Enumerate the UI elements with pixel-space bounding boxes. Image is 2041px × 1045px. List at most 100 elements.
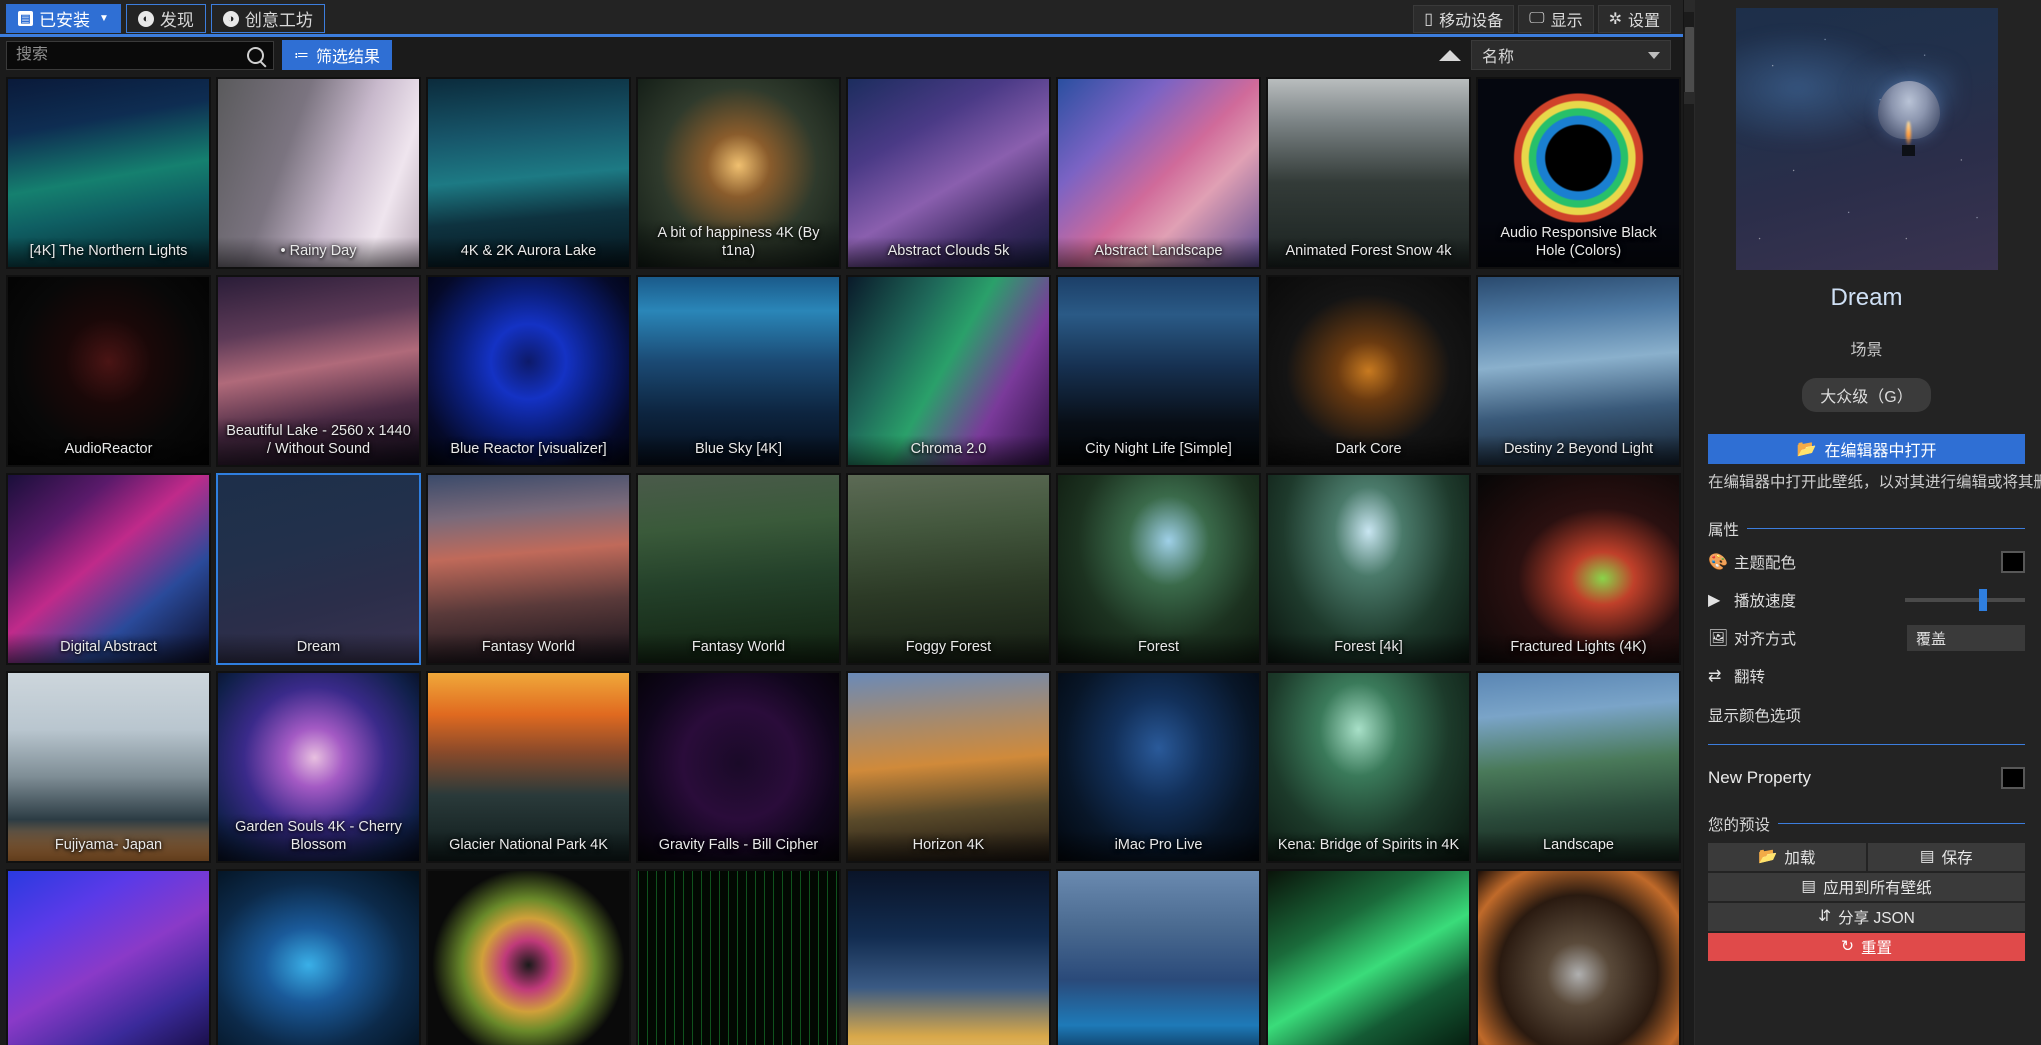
reset-button[interactable]: ↻ 重置 [1708,932,2025,961]
alignment-select[interactable]: 覆盖 [1907,625,2025,652]
thumbnail [1478,871,1679,1045]
details-scrollbar[interactable] [1684,0,1695,1045]
scrollbar-thumb[interactable] [1685,27,1694,93]
mobile-device-button[interactable]: ▯ 移动设备 [1413,4,1515,33]
save-preset-button[interactable]: ▤ 保存 [1867,842,2025,871]
top-toolbar-right: ▯ 移动设备 🖵 显示 ✲ 设置 [1413,4,1677,33]
share-json-button[interactable]: ⇵ 分享 JSON [1708,902,2025,931]
property-control[interactable]: 覆盖 [1907,625,2025,652]
wallpaper-title: Audio Responsive Black Hole (Colors) [1478,218,1679,267]
wallpaper-tile[interactable]: 4K & 2K Aurora Lake [426,77,631,269]
filter-icon: ≔ [294,47,309,64]
wallpaper-tile[interactable]: Fantasy World [636,473,841,665]
wallpaper-title: Landscape [1478,830,1679,861]
wallpaper-tile[interactable]: Kena: Bridge of Spirits in 4K [1266,671,1471,863]
property-row-playback-speed[interactable]: ▶ 播放速度 [1708,585,2025,616]
wallpaper-tile[interactable]: Landscape [1476,671,1681,863]
wallpaper-tile[interactable]: [4K] The Northern Lights [6,77,211,269]
wallpaper-tile[interactable]: Garden Souls 4K - Cherry Blossom [216,671,421,863]
presets-header-label: 您的预设 [1708,816,1771,834]
thumbnail [848,871,1049,1045]
display-button[interactable]: 🖵 显示 [1518,4,1594,33]
wallpaper-tile[interactable] [6,869,211,1045]
mobile-device-label: 移动设备 [1439,12,1504,30]
filter-results-label: 筛选结果 [316,49,381,66]
settings-button[interactable]: ✲ 设置 [1597,4,1671,33]
wallpaper-tile[interactable]: Chroma 2.0 [846,275,1051,467]
search-box[interactable] [6,40,274,70]
wallpaper-tile[interactable]: Beautiful Lake - 2560 x 1440 / Without S… [216,275,421,467]
wallpaper-tile[interactable]: Abstract Landscape [1056,77,1261,269]
filter-results-button[interactable]: ≔ 筛选结果 [282,40,393,70]
wallpaper-tile[interactable]: Dark Core [1266,275,1471,467]
property-row-scheme-color[interactable]: 🎨 主题配色 [1708,547,2025,578]
sort-select[interactable]: 名称 [1471,40,1671,70]
wallpaper-tile[interactable]: Gravity Falls - Bill Cipher [636,671,841,863]
wallpaper-title: Fantasy World [428,632,629,663]
wallpaper-preview-image[interactable] [1735,8,1998,270]
wallpaper-tile[interactable] [426,869,631,1045]
tab-installed[interactable]: ▤ 已安装 ▼ [6,4,121,33]
color-swatch[interactable] [2001,766,2025,789]
wallpaper-title: 4K & 2K Aurora Lake [428,236,629,267]
wallpaper-tile[interactable] [216,869,421,1045]
wallpaper-tile[interactable]: Blue Reactor [visualizer] [426,275,631,467]
apply-to-all-button[interactable]: ▤ 应用到所有壁纸 [1708,872,2025,901]
wallpaper-tile[interactable]: Digital Abstract [6,473,211,665]
share-icon: ⇵ [1818,908,1832,926]
wallpaper-grid-scroll[interactable]: [4K] The Northern Lights • Rainy Day 4K … [0,73,1683,1045]
wallpaper-tile[interactable]: Glacier National Park 4K [426,671,631,863]
scroll-down-arrow[interactable] [1684,92,1695,104]
wallpaper-tile[interactable]: • Rainy Day [216,77,421,269]
wallpaper-tile[interactable]: Fujiyama- Japan [6,671,211,863]
new-property-control[interactable] [2001,766,2025,789]
wallpaper-tile[interactable]: Audio Responsive Black Hole (Colors) [1476,77,1681,269]
preset-buttons: 📂 加载 ▤ 保存 ▤ 应用到所有壁纸 ⇵ 分享 JSON ↻ 重置 [1708,842,2025,961]
wallpaper-tile[interactable]: A bit of happiness 4K (By t1na) [636,77,841,269]
search-input[interactable] [16,46,247,64]
wallpaper-tile[interactable]: City Night Life [Simple] [1056,275,1261,467]
wallpaper-tile[interactable]: Abstract Clouds 5k [846,77,1051,269]
wallpaper-tile[interactable]: Blue Sky [4K] [636,275,841,467]
property-row-flip[interactable]: ⇄ 翻转 [1708,661,2025,692]
new-property-row[interactable]: New Property [1708,766,2025,789]
wallpaper-tile[interactable]: Forest [4k] [1266,473,1471,665]
show-color-options-link[interactable]: 显示颜色选项 [1708,704,2025,726]
load-preset-button[interactable]: 📂 加载 [1708,842,1866,871]
wallpaper-tile[interactable]: Fractured Lights (4K) [1476,473,1681,665]
property-row-alignment[interactable]: 🖼 对齐方式 覆盖 [1708,623,2025,654]
save-disk-icon: ▤ [1919,848,1935,866]
wallpaper-tile[interactable]: Fantasy World [426,473,631,665]
wallpaper-tile-dream[interactable]: Dream [216,473,421,665]
wallpaper-tile[interactable] [1056,869,1261,1045]
wallpaper-title: Fractured Lights (4K) [1478,632,1679,663]
slider-knob[interactable] [1979,589,1988,612]
playback-speed-slider[interactable] [1905,589,2025,612]
wallpaper-title: Abstract Landscape [1058,236,1259,267]
wallpaper-title: Beautiful Lake - 2560 x 1440 / Without S… [218,416,419,465]
wallpaper-tile[interactable]: Animated Forest Snow 4k [1266,77,1471,269]
wallpaper-tile[interactable]: Foggy Forest [846,473,1051,665]
wallpaper-tile[interactable]: Destiny 2 Beyond Light [1476,275,1681,467]
wallpaper-tile[interactable] [636,869,841,1045]
wallpaper-tile[interactable] [1476,869,1681,1045]
wallpaper-tile[interactable]: Forest [1056,473,1261,665]
property-control[interactable] [1905,589,2025,612]
list-icon: ▤ [1801,878,1817,896]
sort-ascending-arrow[interactable] [1439,49,1461,61]
wallpaper-tile[interactable]: Horizon 4K [846,671,1051,863]
wallpaper-title: Foggy Forest [848,632,1049,663]
property-control[interactable] [2001,551,2025,574]
wallpaper-title: AudioReactor [8,434,209,465]
wallpaper-tile[interactable] [846,869,1051,1045]
tab-workshop[interactable]: ◑ 创意工坊 [210,4,325,33]
apply-to-all-label: 应用到所有壁纸 [1823,879,1932,897]
tab-discover[interactable]: ◐ 发现 [125,4,206,33]
wallpaper-tile[interactable]: iMac Pro Live [1056,671,1261,863]
scroll-up-arrow[interactable] [1684,0,1695,12]
color-swatch[interactable] [2001,551,2025,574]
wallpaper-tile[interactable] [1266,869,1471,1045]
open-in-editor-button[interactable]: 📂 在编辑器中打开 [1708,434,2025,464]
wallpaper-tile[interactable]: AudioReactor [6,275,211,467]
gear-icon: ✲ [1608,10,1622,28]
